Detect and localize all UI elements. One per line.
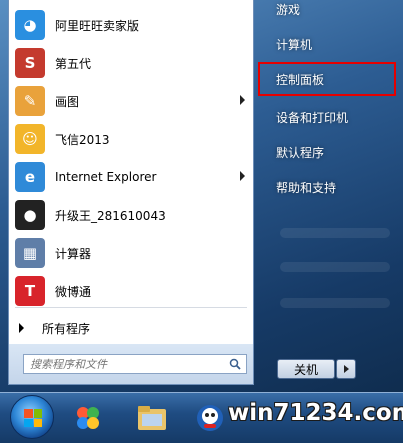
menu-item-devices-printers[interactable]: 设备和打印机 — [262, 100, 403, 134]
separator — [15, 307, 247, 308]
partial-program-item — [9, 0, 253, 2]
search-input[interactable] — [30, 356, 210, 372]
calculator-icon: ▦ — [15, 238, 45, 268]
start-menu-programs-pane: ◕ 阿里旺旺卖家版 S 第五代 ✎ 画图 ☺ 飞信2013 e Internet Explorer… — [8, 0, 254, 385]
weibotong-icon: T — [15, 276, 45, 306]
all-programs-button[interactable]: 所有程序 — [9, 313, 253, 343]
menu-item-games[interactable]: 游戏 — [262, 0, 403, 26]
game-icon — [197, 405, 223, 431]
internet-explorer-icon: e — [15, 162, 45, 192]
search-icon[interactable] — [229, 358, 241, 370]
qq-game-icon[interactable] — [188, 398, 232, 438]
faint-background-text — [280, 228, 390, 238]
all-programs-label: 所有程序 — [42, 321, 91, 336]
fifth-gen-icon: S — [15, 48, 45, 78]
colorful-balls-icon[interactable] — [66, 398, 110, 438]
program-label: Internet Explorer — [55, 170, 157, 184]
shutdown-options-button[interactable] — [336, 359, 356, 379]
program-label: 升级王_281610043 — [55, 208, 166, 223]
watermark-text: win71234.com — [228, 400, 403, 426]
file-explorer-icon[interactable] — [130, 398, 174, 438]
windows-orb-icon[interactable] — [10, 395, 54, 439]
paint-icon: ✎ — [15, 86, 45, 116]
program-label: 飞信2013 — [55, 132, 110, 147]
chevron-right-icon — [344, 365, 349, 373]
search-field[interactable] — [23, 354, 247, 374]
program-label: 微博通 — [55, 284, 92, 299]
shutdown-button[interactable]: 关机 — [277, 359, 335, 379]
program-item[interactable]: S 第五代 — [9, 44, 253, 82]
program-label: 阿里旺旺卖家版 — [55, 18, 140, 33]
aliwangwang-icon: ◕ — [15, 10, 45, 40]
chevron-right-icon[interactable] — [240, 95, 245, 105]
program-label: 第五代 — [55, 56, 92, 71]
fetion-icon: ☺ — [15, 124, 45, 154]
program-item[interactable]: ☺ 飞信2013 — [9, 120, 253, 158]
start-menu-places-pane: 游戏 计算机 控制面板 设备和打印机 默认程序 帮助和支持 — [258, 0, 403, 385]
program-item[interactable]: e Internet Explorer — [9, 158, 253, 196]
menu-item-computer[interactable]: 计算机 — [262, 27, 403, 61]
program-item[interactable]: ● 升级王_281610043 — [9, 196, 253, 234]
program-item[interactable]: T 微博通 — [9, 272, 253, 310]
program-label: 画图 — [55, 94, 80, 109]
menu-item-help-support[interactable]: 帮助和支持 — [262, 170, 403, 204]
program-item[interactable]: ◕ 阿里旺旺卖家版 — [9, 6, 253, 44]
program-item[interactable]: ✎ 画图 — [9, 82, 253, 120]
faint-background-text — [280, 262, 390, 272]
colorful-balls-icon-graphic — [77, 407, 99, 429]
penguin-icon: ● — [15, 200, 45, 230]
menu-item-control-panel[interactable]: 控制面板 — [258, 62, 396, 96]
menu-item-default-programs[interactable]: 默认程序 — [262, 135, 403, 169]
program-label: 计算器 — [55, 246, 92, 261]
program-item[interactable]: ▦ 计算器 — [9, 234, 253, 272]
faint-background-text — [280, 298, 390, 308]
windows-flag-icon — [24, 409, 42, 427]
expand-arrow-icon — [19, 323, 24, 333]
chevron-right-icon[interactable] — [240, 171, 245, 181]
search-area — [8, 344, 254, 385]
folder-icon — [138, 406, 166, 430]
